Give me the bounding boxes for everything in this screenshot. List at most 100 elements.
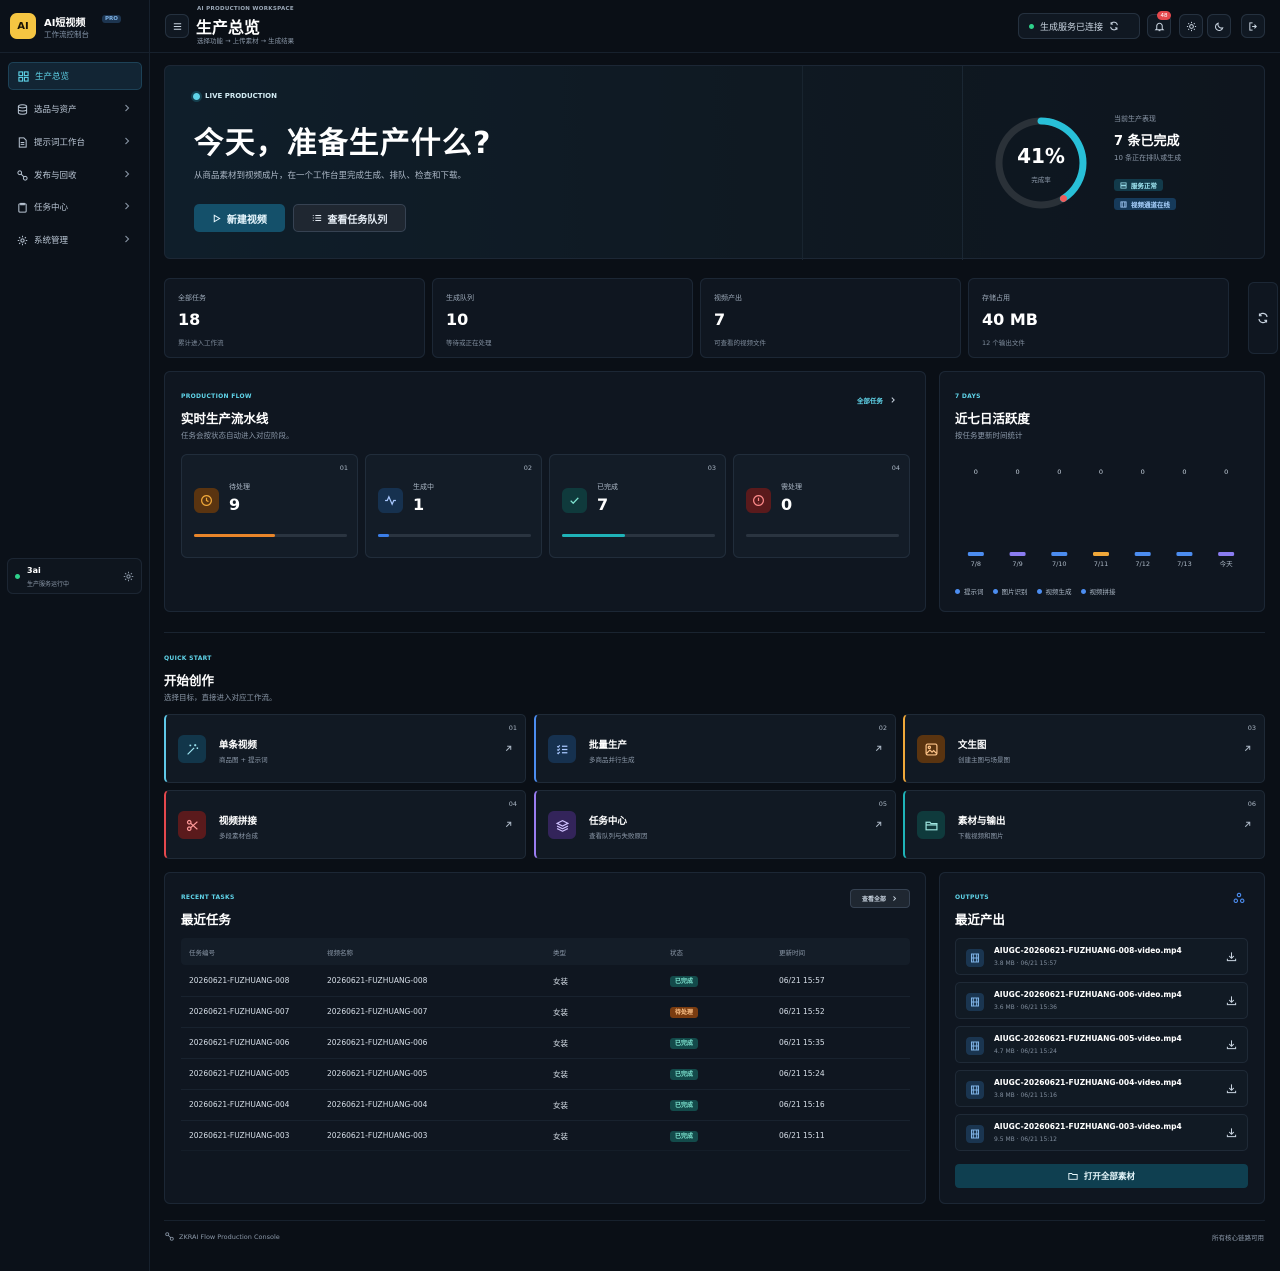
quickstart-desc: 创建主图与场景图 (958, 756, 1010, 764)
file-meta: 4.7 MB · 06/21 15:24 (994, 1048, 1057, 1055)
alert-icon (746, 488, 771, 513)
stat-card: 生成队列 10 等待或正在处理 (432, 278, 693, 358)
download-icon[interactable] (1226, 995, 1237, 1006)
download-icon[interactable] (1226, 951, 1237, 962)
quickstart-card-task-center[interactable]: 任务中心 查看队列与失败原因 05 (534, 790, 896, 859)
magic-wand-icon (178, 735, 206, 763)
download-icon[interactable] (1226, 1127, 1237, 1138)
bar (1218, 552, 1235, 556)
view-all-button[interactable]: 查看全部 (850, 889, 910, 908)
folder-icon (917, 811, 945, 839)
open-all-assets-button[interactable]: 打开全部素材 (955, 1164, 1248, 1188)
task-time: 06/21 15:35 (779, 1038, 825, 1047)
view-queue-button[interactable]: 查看任务队列 (293, 204, 406, 232)
sidebar-item-prompts[interactable]: 提示词工作台 (8, 128, 142, 156)
sidebar: AI AI短视频 PRO 工作流控制台 生产总览 选品与资产 提示词工作台 发布… (0, 0, 150, 1271)
stage-progress-track (194, 534, 347, 537)
quickstart-num: 01 (508, 724, 517, 732)
stat-sub: 等待或正在处理 (446, 339, 492, 347)
file-meta: 3.6 MB · 06/21 15:36 (994, 1004, 1057, 1011)
light-mode-button[interactable] (1179, 14, 1203, 38)
image-icon (917, 735, 945, 763)
perf-sub: 10 条正在排队或生成 (1114, 154, 1182, 162)
gear-icon (16, 234, 28, 246)
bar-value-label: 0 (1224, 468, 1228, 476)
quickstart-title: 单条视频 (219, 740, 258, 751)
arrow-up-right-icon (1243, 820, 1252, 829)
dark-mode-button[interactable] (1207, 14, 1231, 38)
quickstart-num: 04 (508, 800, 517, 808)
table-row[interactable]: 20260621-FUZHUANG-005 20260621-FUZHUANG-… (181, 1058, 910, 1089)
stat-label: 全部任务 (178, 294, 206, 302)
download-icon[interactable] (1226, 1039, 1237, 1050)
stage-card-generating[interactable]: 02 生成中 1 (365, 454, 542, 558)
stage-card-done[interactable]: 03 已完成 7 (549, 454, 726, 558)
quickstart-num: 05 (878, 800, 887, 808)
stage-card-attention[interactable]: 04 需处理 0 (733, 454, 910, 558)
stage-num: 03 (707, 464, 716, 472)
connection-status-button[interactable]: 生成服务已连接 (1018, 13, 1140, 39)
stage-card-pending[interactable]: 01 待处理 9 (181, 454, 358, 558)
network-icon[interactable] (1233, 892, 1245, 904)
quickstart-card-text-to-image[interactable]: 文生图 创建主图与场景图 03 (903, 714, 1265, 783)
play-icon (212, 213, 221, 223)
download-icon[interactable] (1226, 1083, 1237, 1094)
menu-toggle-button[interactable] (165, 14, 189, 38)
legend-dot (1036, 588, 1042, 594)
all-tasks-link[interactable]: 全部任务 (857, 395, 897, 405)
task-type: 女装 (553, 1008, 568, 1017)
quickstart-card-assets[interactable]: 素材与输出 下载视频和图片 06 (903, 790, 1265, 859)
output-file[interactable]: AIUGC-20260621-FUZHUANG-003-video.mp4 9.… (955, 1114, 1248, 1151)
server-icon (1120, 181, 1127, 189)
sidebar-item-overview[interactable]: 生产总览 (8, 62, 142, 90)
chevron-right-icon (122, 169, 132, 179)
link-icon (165, 1232, 174, 1241)
refresh-stats-button[interactable] (1248, 282, 1278, 354)
bar-value-label: 0 (1141, 468, 1145, 476)
output-file[interactable]: AIUGC-20260621-FUZHUANG-004-video.mp4 3.… (955, 1070, 1248, 1107)
sidebar-item-system[interactable]: 系统管理 (8, 226, 142, 254)
column-header: 类型 (553, 949, 566, 957)
bar (1009, 552, 1026, 556)
new-video-label: 新建视频 (227, 214, 267, 226)
stage-progress-fill (562, 534, 625, 537)
table-row[interactable]: 20260621-FUZHUANG-003 20260621-FUZHUANG-… (181, 1120, 910, 1151)
video-channel-label: 视频通道在线 (1131, 201, 1170, 209)
film-icon (1120, 200, 1127, 208)
stat-card: 视频产出 7 可查看的视频文件 (700, 278, 961, 358)
sidebar-item-assets[interactable]: 选品与资产 (8, 95, 142, 123)
chevron-right-icon (891, 895, 898, 902)
completion-percent: 41% (1017, 144, 1065, 168)
task-name: 20260621-FUZHUANG-004 (327, 1100, 428, 1109)
brand[interactable]: AI AI短视频 PRO 工作流控制台 (10, 12, 142, 42)
settings-icon[interactable] (123, 571, 134, 582)
x-tick-label: 7/10 (1052, 560, 1067, 568)
logout-button[interactable] (1241, 14, 1265, 38)
table-row[interactable]: 20260621-FUZHUANG-007 20260621-FUZHUANG-… (181, 996, 910, 1027)
output-file[interactable]: AIUGC-20260621-FUZHUANG-006-video.mp4 3.… (955, 982, 1248, 1019)
new-video-button[interactable]: 新建视频 (194, 204, 285, 232)
quickstart-card-single-video[interactable]: 单条视频 商品图 + 提示词 01 (164, 714, 526, 783)
activity-legend: 提示词 图片识别 视频生成 视频拼接 (955, 586, 1116, 596)
stage-progress-fill (194, 534, 276, 537)
x-tick-label: 7/8 (971, 560, 981, 568)
sidebar-item-publish[interactable]: 发布与回收 (8, 161, 142, 189)
table-row[interactable]: 20260621-FUZHUANG-004 20260621-FUZHUANG-… (181, 1089, 910, 1120)
user-card[interactable]: 3ai 生产服务运行中 (7, 558, 142, 594)
output-file[interactable]: AIUGC-20260621-FUZHUANG-008-video.mp4 3.… (955, 938, 1248, 975)
stage-num: 04 (891, 464, 900, 472)
table-row[interactable]: 20260621-FUZHUANG-006 20260621-FUZHUANG-… (181, 1027, 910, 1058)
table-row[interactable]: 20260621-FUZHUANG-008 20260621-FUZHUANG-… (181, 965, 910, 996)
output-file[interactable]: AIUGC-20260621-FUZHUANG-005-video.mp4 4.… (955, 1026, 1248, 1063)
view-queue-label: 查看任务队列 (327, 214, 388, 226)
check-icon (562, 488, 587, 513)
arrow-up-right-icon (874, 820, 883, 829)
quickstart-subtitle: 选择目标，直接进入对应工作流。 (164, 693, 277, 702)
quickstart-card-video-merge[interactable]: 视频拼接 多段素材合成 04 (164, 790, 526, 859)
quickstart-card-batch[interactable]: 批量生产 多商品并行生成 02 (534, 714, 896, 783)
flow-title: 实时生产流水线 (181, 411, 269, 426)
flow-subtitle: 任务会按状态自动进入对应阶段。 (181, 431, 294, 440)
legend-label: 视频拼接 (1089, 588, 1116, 596)
outputs-kicker: OUTPUTS (955, 894, 989, 901)
sidebar-item-tasks[interactable]: 任务中心 (8, 193, 142, 221)
